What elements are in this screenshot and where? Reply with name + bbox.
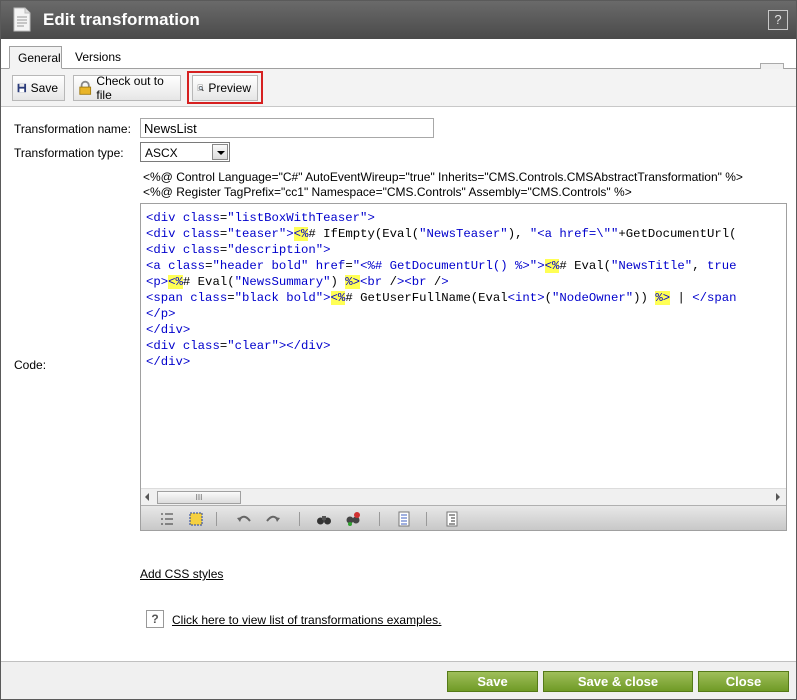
find-replace-icon[interactable]	[345, 511, 361, 527]
scroll-right-icon[interactable]	[776, 493, 780, 501]
preview-label: Preview	[208, 81, 251, 95]
code-line[interactable]: </p>	[146, 306, 737, 322]
redo-icon[interactable]	[265, 511, 281, 527]
transformation-type-select[interactable]: ASCX	[140, 142, 230, 162]
scrollbar-thumb[interactable]: III	[157, 491, 241, 504]
undo-icon[interactable]	[236, 511, 252, 527]
add-css-styles-link[interactable]: Add CSS styles	[140, 567, 223, 581]
footer-save-button[interactable]: Save	[447, 671, 538, 692]
toolbar-separator	[426, 512, 427, 526]
save-button-label: Save	[30, 81, 58, 95]
dropdown-arrow-icon[interactable]	[212, 144, 228, 160]
code-line[interactable]: <div class="teaser"><%# IfEmpty(Eval("Ne…	[146, 226, 737, 242]
help-button[interactable]: ?	[768, 10, 788, 30]
toolbar-separator	[299, 512, 300, 526]
register-directive: <%@ Register TagPrefix="cc1" Namespace="…	[143, 185, 632, 199]
save-button[interactable]: Save	[12, 75, 65, 101]
code-line[interactable]: </div>	[146, 322, 737, 338]
check-out-to-file-button[interactable]: Check out to file	[73, 74, 181, 102]
code-text-area[interactable]: <div class="listBoxWithTeaser"> <div clas…	[146, 210, 737, 370]
toolbar-separator	[379, 512, 380, 526]
toolbar-separator	[216, 512, 217, 526]
tab-general[interactable]: General	[9, 46, 62, 69]
window-title: Edit transformation	[43, 10, 200, 29]
code-line[interactable]: <div class="clear"></div>	[146, 338, 737, 354]
code-line[interactable]: </div>	[146, 354, 737, 370]
transformation-name-label: Transformation name:	[14, 122, 131, 136]
code-line[interactable]: <span class="black bold"><%# GetUserFull…	[146, 290, 737, 306]
editor-toolbar	[141, 505, 786, 530]
footer-save-close-button[interactable]: Save & close	[543, 671, 693, 692]
preview-button[interactable]: Preview	[192, 75, 258, 101]
footer-bar: Save Save & close Close	[1, 661, 796, 699]
control-directive: <%@ Control Language="C#" AutoEventWireu…	[143, 170, 743, 184]
binoculars-icon[interactable]	[316, 511, 332, 527]
code-line[interactable]: <a class="header bold" href="<%# GetDocu…	[146, 258, 737, 274]
question-mark-icon[interactable]: ?	[146, 610, 164, 628]
format-code-icon[interactable]	[444, 511, 460, 527]
tab-versions[interactable]: Versions	[67, 46, 129, 69]
edit-transformation-window: Edit transformation ? General Versions S…	[0, 0, 797, 700]
code-editor[interactable]: <div class="listBoxWithTeaser"> <div clas…	[140, 203, 787, 531]
floppy-disk-icon	[17, 83, 27, 93]
scroll-left-icon[interactable]	[145, 493, 149, 501]
code-label: Code:	[14, 358, 47, 372]
code-line[interactable]: <div class="description">	[146, 242, 737, 258]
tab-strip: General Versions	[1, 39, 796, 69]
document-lines-icon[interactable]	[396, 511, 412, 527]
lock-icon	[79, 80, 92, 95]
action-toolbar: Save Check out to file Preview	[1, 69, 796, 107]
code-line[interactable]: <p><%# Eval("NewsSummary") %><br /><br /…	[146, 274, 737, 290]
transformation-type-label: Transformation type:	[14, 146, 124, 160]
footer-close-button[interactable]: Close	[698, 671, 789, 692]
line-numbers-icon[interactable]	[159, 511, 175, 527]
transformation-name-input[interactable]: NewsList	[140, 118, 434, 138]
transformation-type-value: ASCX	[145, 146, 178, 160]
transformation-examples-link[interactable]: Click here to view list of transformatio…	[172, 613, 441, 627]
check-out-label: Check out to file	[96, 74, 164, 102]
code-line[interactable]: <div class="listBoxWithTeaser">	[146, 210, 737, 226]
document-icon	[13, 7, 31, 32]
magnifier-page-icon	[197, 84, 204, 92]
highlight-icon[interactable]	[188, 511, 204, 527]
horizontal-scrollbar[interactable]: III	[141, 488, 786, 505]
title-bar: Edit transformation ?	[1, 1, 796, 39]
